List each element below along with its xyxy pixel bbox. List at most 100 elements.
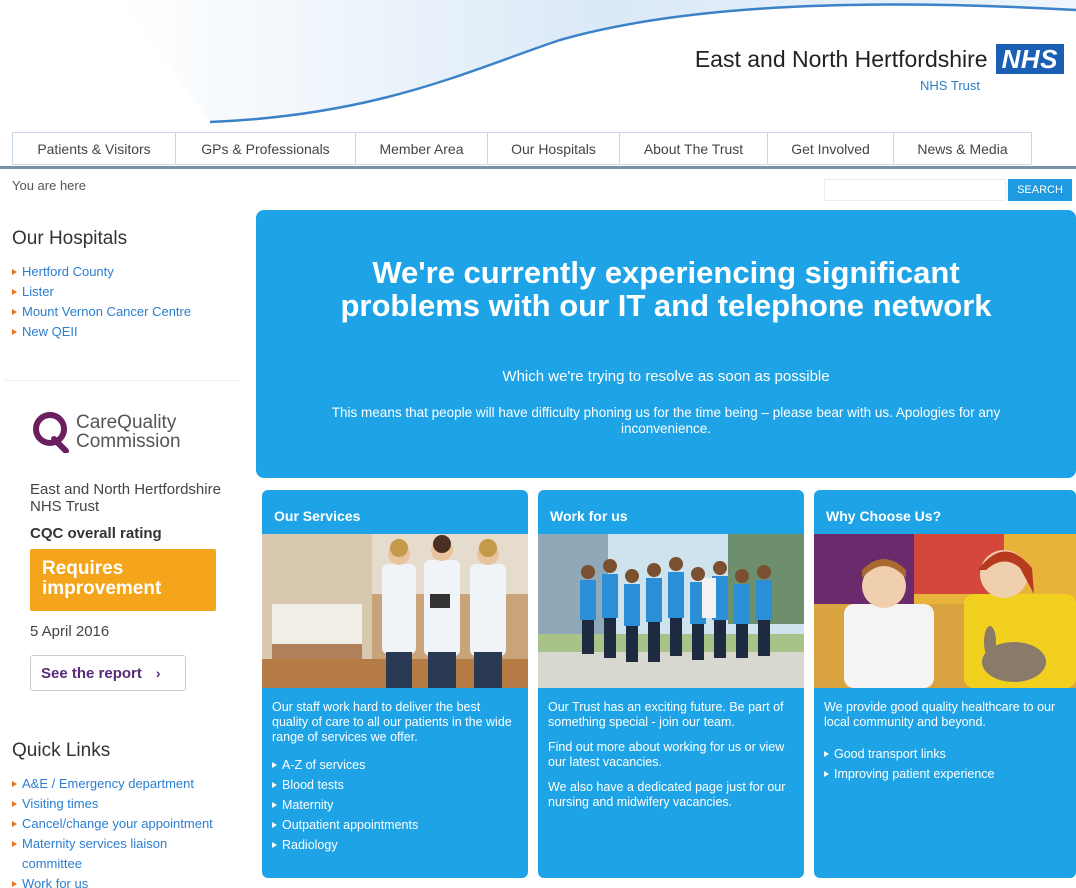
- card-paragraph: Find out more about working for us or vi…: [548, 740, 785, 769]
- see-report-label: See the report: [41, 664, 142, 682]
- see-report-button[interactable]: See the report ›: [30, 655, 186, 691]
- card-paragraph: Our Trust has an exciting future. Be par…: [548, 700, 784, 729]
- bullet-arrow-icon: [12, 801, 17, 807]
- quick-link-label: Visiting times: [22, 796, 99, 811]
- services-links: A-Z of services Blood tests Maternity Ou…: [272, 755, 518, 855]
- card-link-label: Good transport links: [834, 747, 946, 761]
- card-paragraph: We also have a dedicated page just for o…: [548, 780, 786, 809]
- sidebar-hospitals: Our Hospitals Hertford County Lister Mou…: [4, 210, 242, 370]
- org-name: East and North Hertfordshire: [694, 45, 988, 72]
- bullet-arrow-icon: [12, 269, 17, 275]
- card-title[interactable]: Our Services: [262, 490, 528, 534]
- nav-item-news-media[interactable]: News & Media: [894, 133, 1032, 165]
- cqc-logo: CareQuality Commission: [32, 411, 181, 453]
- card-link-blood-tests[interactable]: Blood tests: [272, 775, 518, 795]
- quick-link-maternity-liaison[interactable]: Maternity services liaison committee: [12, 834, 242, 874]
- card-link-label: Radiology: [282, 838, 338, 852]
- bullet-arrow-icon: [12, 309, 17, 315]
- bullet-arrow-icon: [272, 762, 277, 768]
- card-link-label: Improving patient experience: [834, 767, 995, 781]
- sidebar-item-hertford-county[interactable]: Hertford County: [12, 262, 242, 282]
- banner-text: This means that people will have difficu…: [331, 405, 1001, 436]
- nav-item-our-hospitals[interactable]: Our Hospitals: [488, 133, 620, 165]
- card-link-a-z-services[interactable]: A-Z of services: [272, 755, 518, 775]
- cqc-logo-line1: CareQuality: [76, 412, 177, 433]
- nav-divider: [0, 166, 1076, 169]
- cqc-logo-line2: Commission: [76, 431, 181, 452]
- why-choose-links: Good transport links Improving patient e…: [824, 744, 1066, 784]
- bullet-arrow-icon: [12, 881, 17, 887]
- card-body: We provide good quality healthcare to ou…: [814, 688, 1076, 784]
- banner-title-line2: problems with our IT and telephone netwo…: [340, 288, 992, 323]
- hospitals-list: Hertford County Lister Mount Vernon Canc…: [12, 262, 242, 342]
- card-link-radiology[interactable]: Radiology: [272, 835, 518, 855]
- quick-link-label: Maternity services liaison committee: [22, 836, 168, 871]
- nav-item-member-area[interactable]: Member Area: [356, 133, 488, 165]
- main-nav: Patients & Visitors GPs & Professionals …: [12, 132, 1032, 166]
- cqc-rating-panel: CareQuality Commission East and North He…: [4, 380, 242, 710]
- bullet-arrow-icon: [12, 841, 17, 847]
- card-title[interactable]: Work for us: [538, 490, 804, 534]
- card-why-choose-us: Why Choose Us? We provide good quality h…: [814, 490, 1076, 878]
- breadcrumb: You are here: [12, 178, 86, 193]
- quick-links-list: A&E / Emergency department Visiting time…: [12, 774, 242, 888]
- sidebar-hospitals-title: Our Hospitals: [12, 228, 128, 249]
- bullet-arrow-icon: [272, 802, 277, 808]
- bullet-arrow-icon: [272, 842, 277, 848]
- banner-subtitle: Which we're trying to resolve as soon as…: [502, 368, 830, 385]
- sidebar-item-lister[interactable]: Lister: [12, 282, 242, 302]
- quick-link-label: Work for us: [22, 876, 89, 888]
- card-link-outpatient-appointments[interactable]: Outpatient appointments: [272, 815, 518, 835]
- bullet-arrow-icon: [824, 771, 829, 777]
- card-title[interactable]: Why Choose Us?: [814, 490, 1076, 534]
- bullet-arrow-icon: [12, 289, 17, 295]
- staff-group-photo[interactable]: [538, 534, 804, 688]
- sidebar-item-mount-vernon[interactable]: Mount Vernon Cancer Centre: [12, 302, 242, 322]
- card-body: Our Trust has an exciting future. Be par…: [538, 688, 804, 810]
- cqc-rating-label: CQC overall rating: [30, 525, 162, 542]
- quick-link-visiting-times[interactable]: Visiting times: [12, 794, 242, 814]
- nav-item-gps-professionals[interactable]: GPs & Professionals: [176, 133, 356, 165]
- brand-block[interactable]: East and North Hertfordshire NHS NHS Tru…: [695, 44, 1064, 93]
- bullet-arrow-icon: [824, 751, 829, 757]
- chevron-right-icon: ›: [155, 665, 161, 681]
- bullet-arrow-icon: [12, 821, 17, 827]
- card-link-label: A-Z of services: [282, 758, 366, 772]
- sidebar-item-label: New QEII: [22, 324, 78, 339]
- banner-title-line1: We're currently experiencing significant: [372, 255, 960, 290]
- quick-link-ae[interactable]: A&E / Emergency department: [12, 774, 242, 794]
- quick-link-work-for-us[interactable]: Work for us: [12, 874, 242, 888]
- sidebar-item-label: Hertford County: [22, 264, 114, 279]
- search-button[interactable]: SEARCH: [1008, 179, 1072, 201]
- nav-item-about-the-trust[interactable]: About The Trust: [620, 133, 768, 165]
- search-input[interactable]: [824, 179, 1006, 201]
- card-body: Our staff work hard to deliver the best …: [262, 688, 528, 855]
- cqc-q-icon: [33, 412, 69, 453]
- bullet-arrow-icon: [272, 782, 277, 788]
- nurses-photo[interactable]: [262, 534, 528, 688]
- quick-link-label: Cancel/change your appointment: [22, 816, 213, 831]
- card-link-label: Maternity: [282, 798, 334, 812]
- card-our-services: Our Services Our staff work hard to deli…: [262, 490, 528, 878]
- child-with-rabbit-photo[interactable]: [814, 534, 1076, 688]
- cqc-rating-badge: Requires improvement: [30, 549, 216, 611]
- card-paragraph: We provide good quality healthcare to ou…: [824, 700, 1056, 729]
- cqc-date: 5 April 2016: [30, 623, 110, 640]
- sidebar-item-label: Lister: [22, 284, 54, 299]
- quick-link-label: A&E / Emergency department: [22, 776, 194, 791]
- it-outage-banner: We're currently experiencing significant…: [256, 210, 1076, 478]
- nav-item-patients-visitors[interactable]: Patients & Visitors: [12, 133, 176, 165]
- card-link-maternity[interactable]: Maternity: [272, 795, 518, 815]
- card-link-patient-experience[interactable]: Improving patient experience: [824, 764, 1066, 784]
- sidebar-quick-links: Quick Links A&E / Emergency department V…: [4, 728, 242, 888]
- nav-item-get-involved[interactable]: Get Involved: [768, 133, 894, 165]
- sidebar-item-new-qeii[interactable]: New QEII: [12, 322, 242, 342]
- card-link-transport[interactable]: Good transport links: [824, 744, 1066, 764]
- card-paragraph: Our staff work hard to deliver the best …: [272, 700, 512, 744]
- bullet-arrow-icon: [12, 329, 17, 335]
- quick-link-cancel-appointment[interactable]: Cancel/change your appointment: [12, 814, 242, 834]
- sidebar-item-label: Mount Vernon Cancer Centre: [22, 304, 192, 319]
- site-header: East and North Hertfordshire NHS NHS Tru…: [0, 0, 1076, 130]
- card-link-label: Blood tests: [282, 778, 344, 792]
- org-subtitle: NHS Trust: [920, 78, 980, 93]
